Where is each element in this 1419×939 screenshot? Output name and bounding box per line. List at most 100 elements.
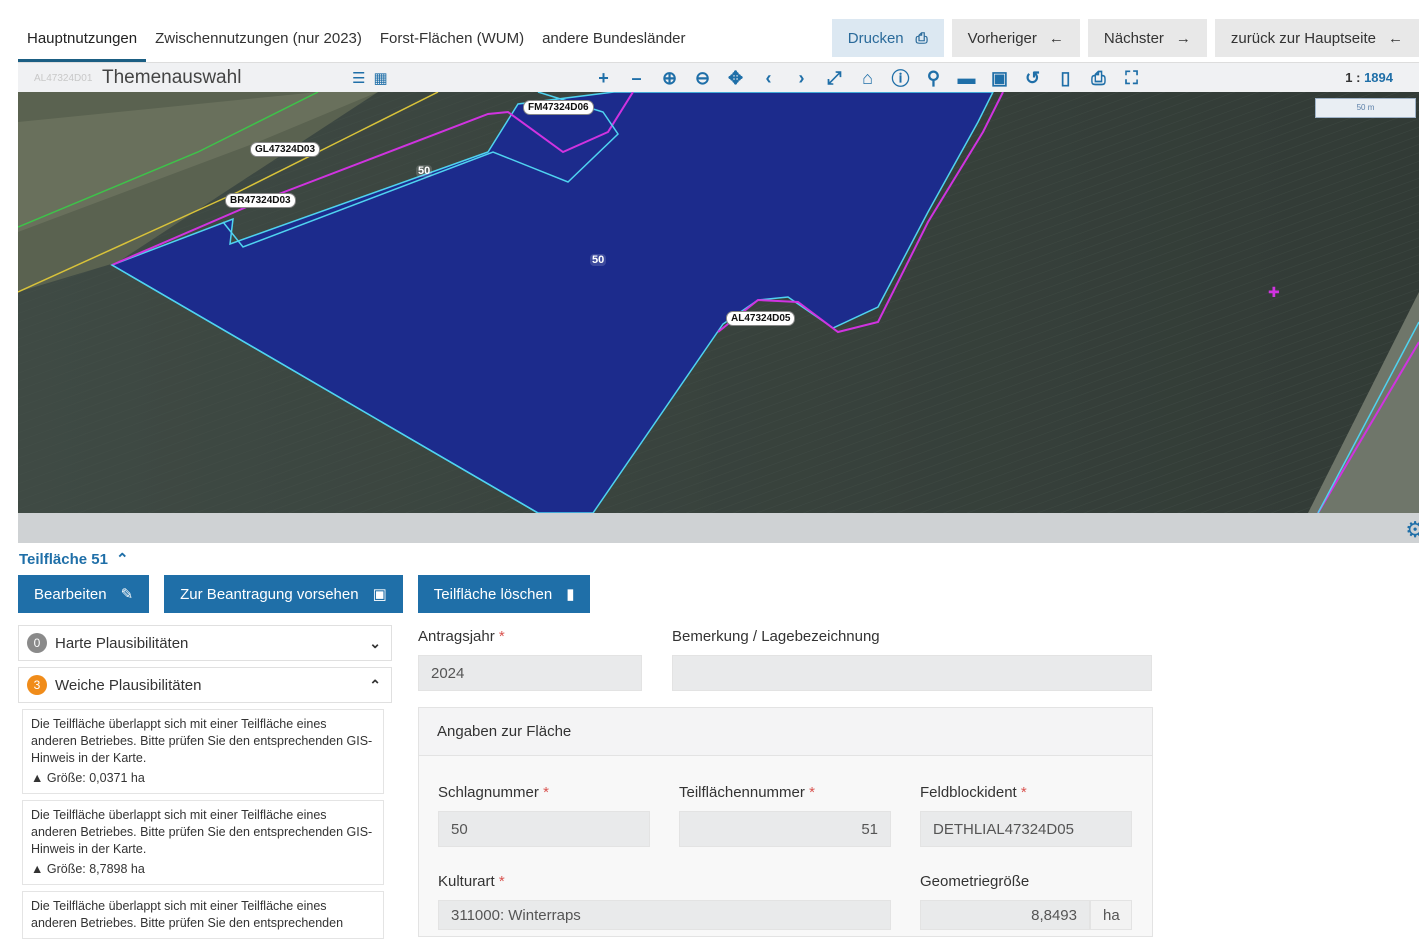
map-canvas[interactable]: ✚ FM47324D06 GL47324D03 BR47324D03 AL473… — [18, 92, 1419, 543]
pan-icon[interactable]: ✥ — [720, 66, 751, 90]
minus-icon[interactable]: – — [621, 66, 652, 90]
back-to-main-button[interactable]: zurück zur Hauptseite ← — [1214, 19, 1419, 57]
edit-button[interactable]: Bearbeiten ✎ — [18, 575, 150, 613]
soft-plausibility-accordion[interactable]: 3 Weiche Plausibilitäten ⌃ — [18, 667, 392, 703]
arrow-left-icon: ← — [1048, 29, 1064, 47]
schlagnummer-label: Schlagnummer * — [438, 784, 549, 801]
home-icon[interactable]: ⌂ — [852, 66, 883, 90]
feldblockident-field[interactable]: DETHLIAL47324D05 — [920, 811, 1132, 847]
required-marker: * — [809, 784, 815, 801]
bemerkung-field[interactable] — [672, 655, 1152, 691]
previous-label: Vorheriger — [967, 29, 1037, 47]
hard-plausibility-label: Harte Plausibilitäten — [55, 634, 189, 652]
apply-button[interactable]: Zur Beantragung vorsehen ▣ — [164, 575, 403, 613]
message-text: Die Teilfläche überlappt sich mit einer … — [31, 808, 373, 856]
feldblockident-label: Feldblockident * — [920, 784, 1027, 801]
teilflaechennummer-field[interactable]: 51 — [679, 811, 891, 847]
teilflaeche-header[interactable]: Teilfläche 51 ⌃ — [19, 550, 129, 569]
schlagnummer-field[interactable]: 50 — [438, 811, 650, 847]
area-icon: ▲ — [31, 771, 44, 785]
map-label-gl[interactable]: GL47324D03 — [250, 142, 321, 157]
next-button[interactable]: Nächster → — [1087, 19, 1207, 57]
scale-value: 1894 — [1364, 70, 1393, 85]
previous-button[interactable]: Vorheriger ← — [951, 19, 1080, 57]
map-number-label: 50 — [590, 254, 607, 266]
tab-forst-flaechen[interactable]: Forst-Flächen (WUM) — [371, 20, 533, 62]
next-label: Nächster — [1103, 29, 1164, 47]
map-bottom-bar — [18, 513, 1419, 543]
gear-icon[interactable]: ⚙ — [1405, 517, 1419, 543]
measure-icon[interactable]: ▬ — [951, 66, 982, 90]
required-marker: * — [498, 873, 505, 890]
bemerkung-label: Bemerkung / Lagebezeichnung — [672, 628, 880, 645]
layers-icon[interactable]: ☰ — [352, 69, 365, 87]
search-icon[interactable]: ⚲ — [918, 66, 949, 90]
chevron-up-icon: ⌃ — [115, 551, 129, 568]
size-value: Größe: 0,0371 ha — [46, 771, 145, 785]
required-marker: * — [543, 784, 549, 801]
map-svg: ✚ — [18, 92, 1419, 513]
tab-hauptnutzungen[interactable]: Hauptnutzungen — [18, 20, 147, 62]
plausibility-message: Die Teilfläche überlappt sich mit einer … — [22, 891, 384, 939]
message-text: Die Teilfläche überlappt sich mit einer … — [31, 717, 373, 765]
size-value: Größe: 8,7898 ha — [46, 862, 145, 876]
message-size: ▲ Größe: 0,0371 ha — [31, 770, 375, 787]
teilflaechennummer-label: Teilflächennummer * — [679, 784, 815, 801]
map-label-fm[interactable]: FM47324D06 — [523, 100, 594, 115]
chevron-right-icon[interactable]: › — [786, 66, 817, 90]
required-marker: * — [1020, 784, 1027, 801]
plausibility-message: Die Teilfläche überlappt sich mit einer … — [22, 800, 384, 885]
back-label: zurück zur Hauptseite — [1230, 29, 1376, 47]
hard-plausibility-accordion[interactable]: 0 Harte Plausibilitäten ⌄ — [18, 625, 392, 661]
kulturart-label: Kulturart * — [438, 873, 505, 890]
edit-label: Bearbeiten — [34, 585, 107, 603]
map-book-icon[interactable]: ▦ — [373, 69, 387, 87]
info-icon[interactable]: ⓘ — [885, 66, 916, 90]
panel-title: Angaben zur Fläche — [419, 708, 1152, 756]
point-marker[interactable]: ✚ — [1268, 285, 1280, 301]
undo-icon[interactable]: ↺ — [1017, 66, 1048, 90]
chevron-left-icon[interactable]: ‹ — [753, 66, 784, 90]
teilflaeche-title: Teilfläche 51 — [19, 550, 108, 568]
zoom-out-icon[interactable]: ⊖ — [687, 66, 718, 90]
pencil-icon: ✎ — [120, 586, 134, 603]
scale-prefix: 1 : — [1345, 70, 1361, 85]
antragsjahr-field[interactable]: 2024 — [418, 655, 642, 691]
trash-icon: ▮ — [566, 586, 575, 603]
message-text: Die Teilfläche überlappt sich mit einer … — [31, 899, 344, 930]
delete-button[interactable]: Teilfläche löschen ▮ — [417, 575, 591, 613]
arrow-right-icon: → — [1175, 29, 1191, 47]
kulturart-select[interactable]: 311000: Winterraps — [438, 900, 891, 930]
tab-andere-bundeslaender[interactable]: andere Bundesländer — [533, 20, 694, 62]
zoom-in-icon[interactable]: ⊕ — [654, 66, 685, 90]
theme-selection[interactable]: Themenauswahl — [102, 67, 241, 89]
map-number-label: 50 — [416, 165, 433, 177]
tab-zwischennutzungen[interactable]: Zwischennutzungen (nur 2023) — [146, 20, 371, 62]
map-tools: + – ⊕ ⊖ ✥ ‹ › ⤢ ⌂ ⓘ ⚲ ▬ ▣ ↺ ▯ ⎙ ⛶ — [588, 66, 1147, 90]
full-extent-icon[interactable]: ⤢ — [819, 66, 850, 90]
apply-label: Zur Beantragung vorsehen — [180, 585, 359, 603]
main-tabs: Hauptnutzungen Zwischennutzungen (nur 20… — [18, 20, 695, 62]
schlagnummer-label-text: Schlagnummer — [438, 784, 539, 801]
chevron-up-icon: ⌃ — [369, 676, 381, 693]
chevron-down-icon: ⌄ — [369, 634, 381, 651]
camera-icon: ▣ — [372, 586, 387, 603]
plausibility-message: Die Teilfläche überlappt sich mit einer … — [22, 709, 384, 794]
map-label-al[interactable]: AL47324D05 — [726, 311, 796, 326]
map-scale: 1 : 1894 — [1345, 70, 1393, 85]
map-label-br[interactable]: BR47324D03 — [225, 193, 296, 208]
print-label: Drucken — [847, 29, 904, 47]
map-toolbar: AL47324D01 Themenauswahl ☰ ▦ + – ⊕ ⊖ ✥ ‹… — [18, 62, 1419, 92]
plus-icon[interactable]: + — [588, 66, 619, 90]
print-button[interactable]: Drucken ⎙ — [831, 19, 944, 57]
geometriegroesse-field: 8,8493 — [920, 900, 1090, 930]
map-scalebar: 50 m — [1315, 98, 1416, 118]
action-buttons: Bearbeiten ✎ Zur Beantragung vorsehen ▣ … — [18, 575, 591, 613]
printer-icon: ⎙ — [915, 29, 928, 47]
printer-icon[interactable]: ⎙ — [1083, 66, 1114, 90]
fullscreen-icon[interactable]: ⛶ — [1116, 66, 1147, 90]
feldblockident-label-text: Feldblockident — [920, 784, 1017, 801]
antragsjahr-label: Antragsjahr * — [418, 628, 505, 645]
export-icon[interactable]: ▯ — [1050, 66, 1081, 90]
select-icon[interactable]: ▣ — [984, 66, 1015, 90]
